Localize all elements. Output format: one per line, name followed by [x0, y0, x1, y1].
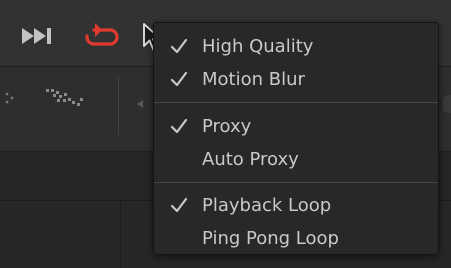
- checkmark-icon: [170, 196, 188, 214]
- menu-item-playback-loop[interactable]: Playback Loop: [154, 190, 438, 222]
- menu-item-proxy[interactable]: Proxy: [154, 111, 438, 143]
- menu-item-label: Motion Blur: [202, 69, 305, 90]
- next-frame-icon: [22, 28, 51, 44]
- loop-icon: [85, 23, 119, 46]
- menu-separator: [154, 102, 438, 103]
- divider: [120, 201, 121, 268]
- menu-item-label: High Quality: [202, 36, 314, 57]
- loop-button[interactable]: [82, 21, 122, 51]
- viewer-area: High Quality Motion Blur Proxy Auto Prox…: [0, 0, 451, 268]
- next-frame-button[interactable]: [20, 26, 64, 46]
- menu-item-ping-pong-loop[interactable]: Ping Pong Loop: [154, 223, 438, 255]
- divider: [118, 77, 119, 135]
- menu-item-label: Ping Pong Loop: [202, 228, 339, 249]
- checkmark-icon: [170, 117, 188, 135]
- menu-item-label: Playback Loop: [202, 195, 332, 216]
- tool-icon[interactable]: [44, 86, 88, 112]
- scroll-handle[interactable]: [443, 95, 451, 113]
- dots-icon: [4, 90, 18, 106]
- checkmark-icon: [170, 37, 188, 55]
- menu-item-label: Proxy: [202, 116, 252, 137]
- menu-item-motion-blur[interactable]: Motion Blur: [154, 64, 438, 96]
- playback-options-menu: High Quality Motion Blur Proxy Auto Prox…: [153, 22, 439, 255]
- menu-item-auto-proxy[interactable]: Auto Proxy: [154, 144, 438, 176]
- arrow-left-icon: [137, 100, 143, 108]
- menu-item-label: Auto Proxy: [202, 149, 299, 170]
- menu-separator: [154, 182, 438, 183]
- menu-item-high-quality[interactable]: High Quality: [154, 31, 438, 63]
- checkmark-icon: [170, 70, 188, 88]
